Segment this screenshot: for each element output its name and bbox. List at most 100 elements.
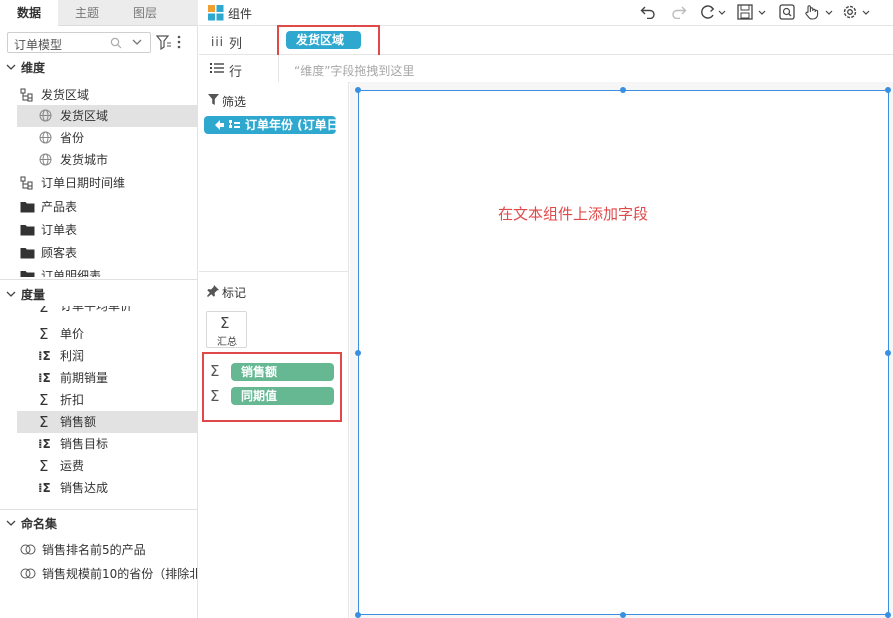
hierarchy-icon	[20, 176, 34, 190]
measure-label: 利润	[60, 349, 85, 363]
tab-layers[interactable]: 图层	[116, 0, 174, 26]
tab-data[interactable]: 数据	[0, 0, 58, 27]
resize-handle[interactable]	[620, 612, 626, 618]
measure-label: 前期销量	[60, 371, 109, 385]
resize-handle[interactable]	[355, 612, 361, 618]
dimension-label: 产品表	[41, 200, 78, 214]
dimension-item[interactable]: 订单日期时间维	[17, 172, 197, 194]
filter-field-pill[interactable]: 订单年份 (订单日	[204, 116, 336, 134]
refresh-icon[interactable]	[700, 4, 726, 20]
sigma-icon: Σ	[39, 391, 49, 409]
rows-label: 行	[229, 65, 243, 80]
model-select-value: 订单模型	[14, 38, 63, 52]
chevron-down-icon[interactable]	[132, 39, 142, 46]
more-icon[interactable]	[176, 35, 182, 49]
dimension-item[interactable]: 顾客表	[17, 242, 197, 264]
dimensions-header[interactable]: 维度	[0, 57, 197, 79]
summary-mark-button[interactable]: Σ 汇总	[206, 311, 247, 348]
globe-icon	[39, 153, 52, 166]
named-set-item[interactable]: 销售排名前5的产品	[17, 539, 197, 561]
search-icon[interactable]	[110, 37, 122, 49]
chevron-down-icon	[6, 519, 16, 527]
save-icon[interactable]	[737, 4, 767, 20]
folder-icon	[20, 246, 35, 259]
dimension-item[interactable]: 发货区域	[17, 105, 197, 127]
dimension-item[interactable]: 省份	[17, 127, 197, 149]
resize-handle[interactable]	[355, 87, 361, 93]
dimension-item[interactable]: 发货区域	[17, 84, 197, 106]
sigma-icon: Σ	[39, 413, 49, 431]
named-set-label: 销售排名前5的产品	[42, 543, 146, 557]
settings-icon[interactable]	[842, 4, 874, 20]
measure-item[interactable]: Σ 折扣	[17, 389, 197, 411]
folder-icon	[20, 269, 35, 277]
dimension-item[interactable]: 产品表	[17, 196, 197, 218]
measure-label: 订单平均单价	[60, 306, 133, 313]
dimension-label: 订单日期时间维	[41, 176, 126, 190]
interaction-icon[interactable]	[804, 4, 834, 20]
dimension-label: 发货区域	[60, 109, 109, 123]
text-component[interactable]: 在文本组件上添加字段	[358, 90, 889, 615]
model-select[interactable]: 订单模型	[7, 32, 151, 53]
resize-handle[interactable]	[885, 87, 891, 93]
toolbar-title: 组件	[228, 7, 253, 21]
measure-item[interactable]: ⁞Σ 前期销量	[17, 367, 197, 389]
dimension-item[interactable]: 订单明细表	[17, 265, 197, 277]
measure-label: 折扣	[60, 393, 85, 407]
marks-title: 标记	[222, 286, 247, 300]
divider	[278, 55, 279, 82]
measure-item[interactable]: ⁞Σ 利润	[17, 345, 197, 367]
tab-theme[interactable]: 主题	[58, 0, 116, 26]
component-toolbar: 组件	[199, 0, 893, 26]
named-set-item[interactable]: 销售规模前10的省份（排除北	[17, 563, 197, 585]
named-sets-header[interactable]: 命名集	[0, 513, 197, 535]
hierarchy-icon	[20, 88, 34, 102]
dimension-label: 发货城市	[60, 153, 109, 167]
resize-handle[interactable]	[885, 612, 891, 618]
undo-icon[interactable]	[640, 5, 656, 19]
dimension-label: 发货区域	[41, 88, 90, 102]
dimension-label: 顾客表	[41, 246, 78, 260]
globe-icon	[39, 109, 52, 122]
measures-header[interactable]: 度量	[0, 284, 197, 306]
measures-title: 度量	[21, 288, 46, 302]
sigma-icon: Σ	[39, 306, 49, 316]
calculated-measure-icon: ⁞Σ	[38, 437, 51, 451]
dimension-label: 省份	[60, 131, 85, 145]
measure-label: 销售目标	[60, 437, 109, 451]
resize-handle[interactable]	[885, 350, 891, 356]
folder-icon	[20, 223, 35, 236]
measure-item[interactable]: Σ 运费	[17, 455, 197, 477]
named-sets-title: 命名集	[21, 517, 58, 531]
dimension-label: 订单表	[41, 223, 78, 237]
resize-handle[interactable]	[620, 87, 626, 93]
calculated-measure-icon: ⁞Σ	[38, 481, 51, 495]
calculated-measure-icon: ⁞Σ	[38, 371, 51, 385]
summary-label: 汇总	[217, 337, 237, 348]
resize-handle[interactable]	[355, 350, 361, 356]
measure-label: 单价	[60, 327, 85, 341]
measure-item[interactable]: ⁞Σ 销售达成	[17, 477, 197, 499]
dimension-item[interactable]: 发货城市	[17, 149, 197, 171]
redo-icon[interactable]	[671, 5, 687, 19]
measure-item[interactable]: Σ 单价	[17, 323, 197, 345]
divider	[0, 509, 197, 510]
measure-item[interactable]: Σ 订单平均单价	[17, 306, 197, 319]
dimension-item[interactable]: 订单表	[17, 219, 197, 241]
dimension-label: 订单明细表	[41, 269, 102, 277]
filter-settings-icon[interactable]	[156, 35, 172, 50]
chevron-down-icon	[6, 63, 16, 71]
measure-item[interactable]: Σ 销售额	[17, 411, 197, 433]
highlight-box	[277, 25, 380, 58]
globe-icon	[39, 131, 52, 144]
chevron-down-icon	[6, 290, 16, 298]
columns-label: 列	[229, 37, 243, 52]
preview-icon[interactable]	[779, 4, 795, 20]
rows-shelf[interactable]: 行 “维度”字段拖拽到这里	[199, 55, 893, 83]
rows-icon	[210, 62, 224, 74]
named-set-icon	[20, 567, 36, 580]
measure-item[interactable]: ⁞Σ 销售目标	[17, 433, 197, 455]
panel-tabs: 数据 主题 图层	[0, 0, 198, 27]
filter-title: 筛选	[222, 95, 247, 109]
divider	[0, 279, 197, 280]
